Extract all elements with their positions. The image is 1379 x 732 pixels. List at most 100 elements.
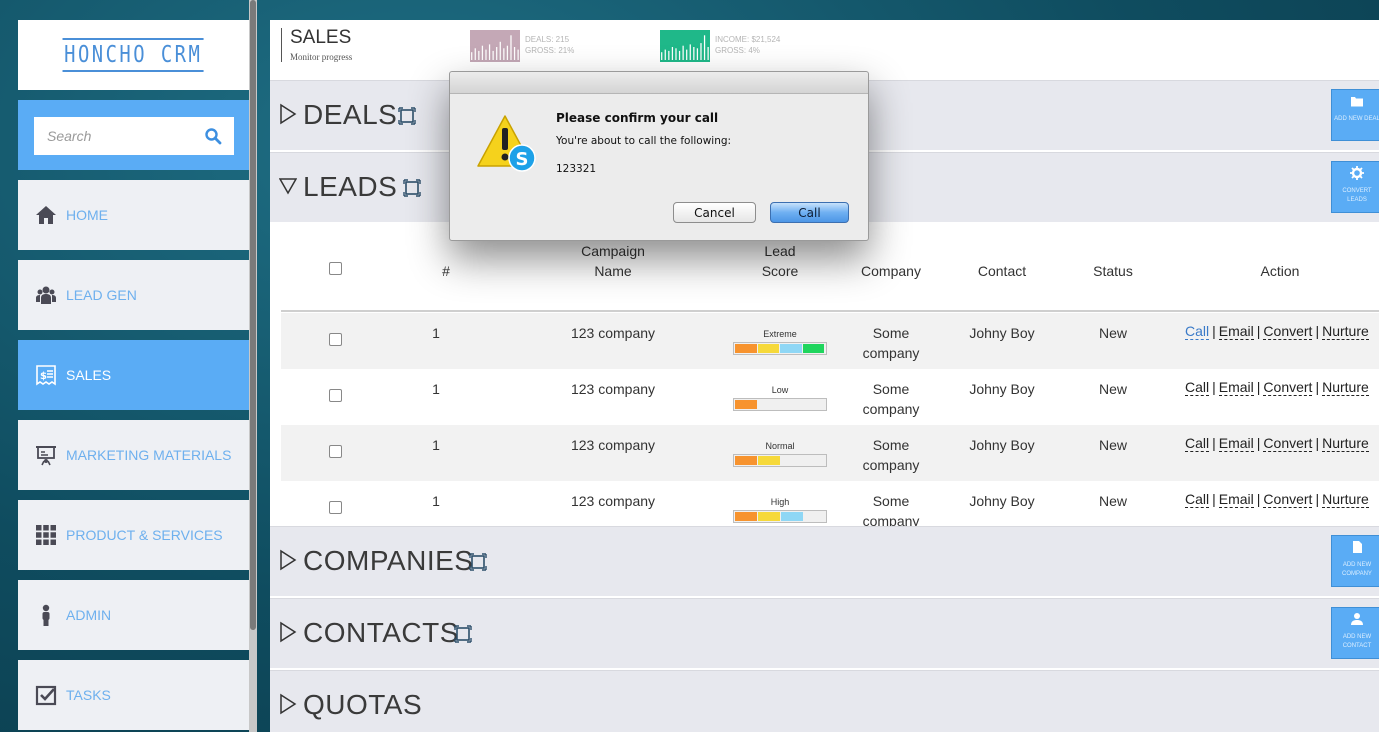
section-title: COMPANIES <box>303 545 474 576</box>
convert-link[interactable]: Convert <box>1263 435 1313 452</box>
cell-company-line1: Some <box>872 325 910 341</box>
col-header-lead-score: Lead Score <box>730 241 830 281</box>
sparkline-bar <box>496 47 498 60</box>
nurture-link[interactable]: Nurture <box>1322 491 1369 508</box>
email-link[interactable]: Email <box>1218 379 1254 396</box>
dialog-titlebar[interactable] <box>450 72 868 94</box>
call-link[interactable]: Call <box>1185 491 1210 508</box>
nurture-link[interactable]: Nurture <box>1322 379 1369 396</box>
expand-icon[interactable] <box>403 179 421 197</box>
sparkline-bar <box>510 35 512 60</box>
sidebar-item-label: SALES <box>66 367 112 383</box>
convert-link[interactable]: Convert <box>1263 379 1313 396</box>
sparkline-bar <box>707 47 709 60</box>
col-header-campaign-line2: Name <box>594 263 632 279</box>
expand-icon[interactable] <box>398 107 416 125</box>
sparkline-bar <box>513 47 516 60</box>
sidebar-item-label: LEAD GEN <box>66 287 137 303</box>
cell-company-line1: Some <box>872 381 910 397</box>
row-checkbox[interactable] <box>329 389 342 402</box>
sidebar-item-admin[interactable]: ADMIN <box>18 580 249 650</box>
cell-num: 1 <box>432 437 440 453</box>
sparkline-background <box>660 30 710 62</box>
sparkline-bar <box>664 49 666 60</box>
receipt-icon: $ <box>35 364 57 386</box>
add-new-company-button[interactable]: ADD NEW COMPANY <box>1331 535 1379 587</box>
row-checkbox[interactable] <box>329 445 342 458</box>
call-link[interactable]: Call <box>1185 379 1210 396</box>
email-link[interactable]: Email <box>1218 435 1254 452</box>
search-field[interactable] <box>34 117 234 155</box>
page-title: SALES <box>290 27 352 48</box>
add-new-deal-button[interactable]: ADD NEW DEAL <box>1331 89 1379 141</box>
convert-leads-button[interactable]: CONVERT LEADS <box>1331 161 1379 213</box>
cell-company: Some company <box>841 491 941 531</box>
cell-contact: Johny Boy <box>969 381 1035 397</box>
cell-status: New <box>1098 493 1127 509</box>
section-companies[interactable]: COMPANIES ADD NEW COMPANY <box>270 526 1379 596</box>
section-title: LEADS <box>303 171 398 202</box>
score-segment <box>735 344 757 353</box>
sidebar-item-sales[interactable]: $ SALES <box>18 340 249 410</box>
expand-icon[interactable] <box>469 553 487 571</box>
scrollbar-thumb[interactable] <box>250 0 256 630</box>
sidebar-scrollbar[interactable] <box>249 0 257 732</box>
convert-link[interactable]: Convert <box>1263 323 1313 340</box>
sidebar-item-lead-gen[interactable]: LEAD GEN <box>18 260 249 330</box>
dialog-title: Please confirm your call <box>556 111 719 125</box>
cell-campaign: 123 company <box>570 437 656 453</box>
call-button[interactable]: Call <box>770 202 849 223</box>
dialog-message: You're about to call the following: <box>556 135 732 147</box>
row-checkbox[interactable] <box>329 333 342 346</box>
sidebar-item-label: HOME <box>66 207 108 223</box>
expand-icon[interactable] <box>454 625 472 643</box>
expanded-arrow-icon[interactable] <box>279 175 297 197</box>
nurture-link[interactable]: Nurture <box>1322 323 1369 340</box>
collapsed-arrow-icon[interactable] <box>279 621 297 643</box>
sidebar-item-home[interactable]: HOME <box>18 180 249 250</box>
add-new-deal-label: ADD NEW DEAL <box>1334 116 1379 122</box>
score-segment <box>780 344 802 353</box>
col-header-campaign-line1: Campaign <box>581 243 645 259</box>
search-icon[interactable] <box>204 127 222 145</box>
deals-gross: GROSS: 21% <box>525 46 575 55</box>
sidebar-item-tasks[interactable]: TASKS <box>18 660 249 730</box>
convert-link[interactable]: Convert <box>1263 491 1313 508</box>
email-link[interactable]: Email <box>1218 323 1254 340</box>
sidebar-item-product-services[interactable]: PRODUCT & SERVICES <box>18 500 249 570</box>
select-all-checkbox[interactable] <box>329 262 342 275</box>
sparkline-bar <box>678 50 681 60</box>
row-checkbox[interactable] <box>329 501 342 514</box>
nurture-link[interactable]: Nurture <box>1322 435 1369 452</box>
grid-icon <box>35 524 57 546</box>
sparkline-bar <box>675 48 677 60</box>
svg-text:S: S <box>516 149 529 170</box>
score-segment <box>735 512 757 521</box>
collapsed-arrow-icon[interactable] <box>279 103 297 125</box>
logo[interactable]: HONCHO CRM <box>18 20 249 90</box>
action-separator: | <box>1212 491 1216 507</box>
section-contacts[interactable]: CONTACTS ADD NEW CONTACT <box>270 598 1379 668</box>
collapsed-arrow-icon[interactable] <box>279 549 297 571</box>
lead-score-bar <box>733 342 827 355</box>
collapsed-arrow-icon[interactable] <box>279 693 297 715</box>
row-actions: Call | Email | Convert | Nurture <box>1185 379 1369 396</box>
sidebar-item-label: PRODUCT & SERVICES <box>66 527 223 543</box>
sidebar-item-marketing-materials[interactable]: MARKETING MATERIALS <box>18 420 249 490</box>
call-link[interactable]: Call <box>1185 435 1210 452</box>
document-icon <box>1353 541 1362 553</box>
cell-campaign: 123 company <box>570 381 656 397</box>
checkbox-icon <box>35 684 57 706</box>
cell-contact: Johny Boy <box>969 325 1035 341</box>
sparkline-bar <box>668 50 670 60</box>
section-quotas[interactable]: QUOTAS <box>270 670 1379 732</box>
cancel-button[interactable]: Cancel <box>673 202 756 223</box>
cell-score-label: Normal <box>765 441 795 451</box>
search-input[interactable] <box>34 117 194 155</box>
email-link[interactable]: Email <box>1218 491 1254 508</box>
col-header-score-line2: Score <box>761 263 799 279</box>
page-title-block: SALES Monitor progress <box>281 28 352 62</box>
call-link[interactable]: Call <box>1185 323 1210 340</box>
deals-stats: DEALS: 215 GROSS: 21% <box>525 34 574 56</box>
add-new-contact-button[interactable]: ADD NEW CONTACT <box>1331 607 1379 659</box>
